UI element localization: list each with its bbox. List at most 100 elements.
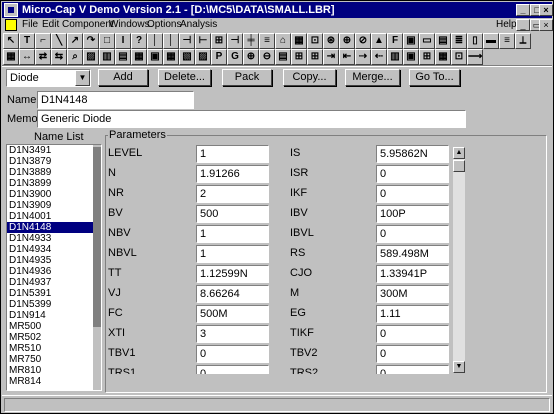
param-value-left[interactable]: 1 xyxy=(196,225,269,243)
toolbar2-tool-1-icon[interactable]: ↔ xyxy=(19,49,35,65)
chevron-down-icon[interactable]: ▼ xyxy=(75,70,90,86)
copy-button[interactable]: Copy... xyxy=(283,69,336,86)
toolbar2-tool-17-icon[interactable]: ▤ xyxy=(275,49,291,65)
param-value-left[interactable]: 500M xyxy=(196,305,269,323)
toolbar1-tool-8-icon[interactable]: ? xyxy=(131,33,147,49)
toolbar2-tool-27-icon[interactable]: ▦ xyxy=(435,49,451,65)
list-item[interactable]: MR814 xyxy=(7,376,101,387)
toolbar1-tool-1-icon[interactable]: T xyxy=(19,33,35,49)
toolbar1-tool-15-icon[interactable]: ╪ xyxy=(243,33,259,49)
toolbar2-tool-4-icon[interactable]: ⌕ xyxy=(67,49,83,65)
param-value-right[interactable]: 0 xyxy=(376,325,449,343)
toolbar2-tool-19-icon[interactable]: ⊞ xyxy=(307,49,323,65)
merge-button[interactable]: Merge... xyxy=(345,69,400,86)
param-value-right[interactable]: 5.95862N xyxy=(376,145,449,163)
list-item[interactable]: D1N3899 xyxy=(7,178,101,189)
parameters-scrollbar[interactable]: ▲ ▼ xyxy=(453,147,465,373)
toolbar1-tool-13-icon[interactable]: ⊞ xyxy=(211,33,227,49)
toolbar2-tool-12-icon[interactable]: ▨ xyxy=(195,49,211,65)
toolbar1-tool-3-icon[interactable]: ╲ xyxy=(51,33,67,49)
param-value-left[interactable]: 3 xyxy=(196,325,269,343)
toolbar2-tool-9-icon[interactable]: ▣ xyxy=(147,49,163,65)
list-item[interactable]: MR502 xyxy=(7,332,101,343)
toolbar1-tool-32-icon[interactable]: ⟂ xyxy=(515,33,531,49)
toolbar2-tool-28-icon[interactable]: ⊡ xyxy=(451,49,467,65)
toolbar1-tool-28-icon[interactable]: ≣ xyxy=(451,33,467,49)
param-value-left[interactable]: 8.66264 xyxy=(196,285,269,303)
param-value-right[interactable]: 1.11 xyxy=(376,305,449,323)
toolbar2-tool-21-icon[interactable]: ⇤ xyxy=(339,49,355,65)
list-item[interactable]: D1N4933 xyxy=(7,233,101,244)
toolbar2-tool-24-icon[interactable]: ▥ xyxy=(387,49,403,65)
toolbar1-tool-18-icon[interactable]: ▦ xyxy=(291,33,307,49)
toolbar1-tool-11-icon[interactable]: ⊣ xyxy=(179,33,195,49)
toolbar2-tool-20-icon[interactable]: ⇥ xyxy=(323,49,339,65)
toolbar1-tool-14-icon[interactable]: ⊣ xyxy=(227,33,243,49)
toolbar2-tool-22-icon[interactable]: ⇢ xyxy=(355,49,371,65)
list-item[interactable]: D1N5399 xyxy=(7,299,101,310)
toolbar1-tool-7-icon[interactable]: I xyxy=(115,33,131,49)
toolbar2-tool-29-icon[interactable]: ⟶ xyxy=(467,49,483,65)
toolbar2-tool-10-icon[interactable]: ▦ xyxy=(163,49,179,65)
toolbar2-tool-2-icon[interactable]: ⇄ xyxy=(35,49,51,65)
param-value-left[interactable]: 2 xyxy=(196,185,269,203)
toolbar1-tool-27-icon[interactable]: ▤ xyxy=(435,33,451,49)
list-item[interactable]: D1N4001 xyxy=(7,211,101,222)
param-value-left[interactable]: 1.91266 xyxy=(196,165,269,183)
toolbar2-tool-11-icon[interactable]: ▧ xyxy=(179,49,195,65)
pack-button[interactable]: Pack xyxy=(222,69,272,86)
toolbar2-tool-26-icon[interactable]: ⊞ xyxy=(419,49,435,65)
toolbar2-tool-25-icon[interactable]: ▣ xyxy=(403,49,419,65)
minimize-button[interactable]: _ xyxy=(516,4,530,16)
toolbar1-tool-19-icon[interactable]: ⊡ xyxy=(307,33,323,49)
toolbar1-tool-30-icon[interactable]: ▬ xyxy=(483,33,499,49)
scroll-thumb[interactable] xyxy=(453,160,465,172)
menu-windows[interactable]: Windows xyxy=(109,18,150,32)
toolbar1-tool-17-icon[interactable]: ⌂ xyxy=(275,33,291,49)
param-value-left[interactable]: 0 xyxy=(196,365,269,374)
toolbar1-tool-5-icon[interactable]: ↷ xyxy=(83,33,99,49)
param-value-right[interactable]: 0 xyxy=(376,345,449,363)
param-value-right[interactable]: 1.33941P xyxy=(376,265,449,283)
doc-close-button[interactable]: × xyxy=(539,19,553,31)
toolbar1-tool-26-icon[interactable]: ▭ xyxy=(419,33,435,49)
list-item[interactable]: MR810 xyxy=(7,365,101,376)
toolbar1-tool-9-icon[interactable]: │ xyxy=(147,33,163,49)
list-item[interactable]: D1N3900 xyxy=(7,189,101,200)
title-bar[interactable]: Micro-Cap V Demo Version 2.1 - [D:\MC5\D… xyxy=(2,2,552,18)
toolbar2-tool-16-icon[interactable]: ⊖ xyxy=(259,49,275,65)
toolbar1-tool-20-icon[interactable]: ⊛ xyxy=(323,33,339,49)
list-item[interactable]: D1N3879 xyxy=(7,156,101,167)
toolbar1-tool-25-icon[interactable]: ▣ xyxy=(403,33,419,49)
doc-minimize-button[interactable]: _ xyxy=(516,19,530,31)
menu-options[interactable]: Options xyxy=(147,18,181,32)
name-list-scrollbar[interactable] xyxy=(93,145,101,390)
scroll-track[interactable] xyxy=(453,159,465,361)
param-value-right[interactable]: 0 xyxy=(376,185,449,203)
menu-component[interactable]: Component xyxy=(62,18,114,32)
list-item[interactable]: MR750 xyxy=(7,354,101,365)
toolbar2-tool-5-icon[interactable]: ▨ xyxy=(83,49,99,65)
memo-field[interactable]: Generic Diode xyxy=(37,110,466,128)
toolbar1-tool-4-icon[interactable]: ↗ xyxy=(67,33,83,49)
list-item[interactable]: D1N4937 xyxy=(7,277,101,288)
toolbar2-tool-13-icon[interactable]: P xyxy=(211,49,227,65)
toolbar1-tool-23-icon[interactable]: ▲ xyxy=(371,33,387,49)
list-item[interactable]: D1N4935 xyxy=(7,255,101,266)
menu-edit[interactable]: Edit xyxy=(42,18,59,32)
list-item[interactable]: D1N3491 xyxy=(7,145,101,156)
param-value-left[interactable]: 0 xyxy=(196,345,269,363)
list-item[interactable]: D1N3889 xyxy=(7,167,101,178)
add-button[interactable]: Add xyxy=(98,69,148,86)
close-window-button[interactable]: × xyxy=(539,4,553,16)
name-list-scroll-thumb[interactable] xyxy=(93,147,101,327)
name-field[interactable]: D1N4148 xyxy=(37,91,194,109)
toolbar2-tool-15-icon[interactable]: ⊕ xyxy=(243,49,259,65)
param-value-left[interactable]: 1 xyxy=(196,145,269,163)
param-value-right[interactable]: 0 xyxy=(376,165,449,183)
param-value-right[interactable]: 0 xyxy=(376,365,449,374)
menu-file[interactable]: File xyxy=(22,18,38,32)
param-value-right[interactable]: 0 xyxy=(376,225,449,243)
list-item[interactable]: D1N3909 xyxy=(7,200,101,211)
toolbar1-tool-22-icon[interactable]: ⊘ xyxy=(355,33,371,49)
